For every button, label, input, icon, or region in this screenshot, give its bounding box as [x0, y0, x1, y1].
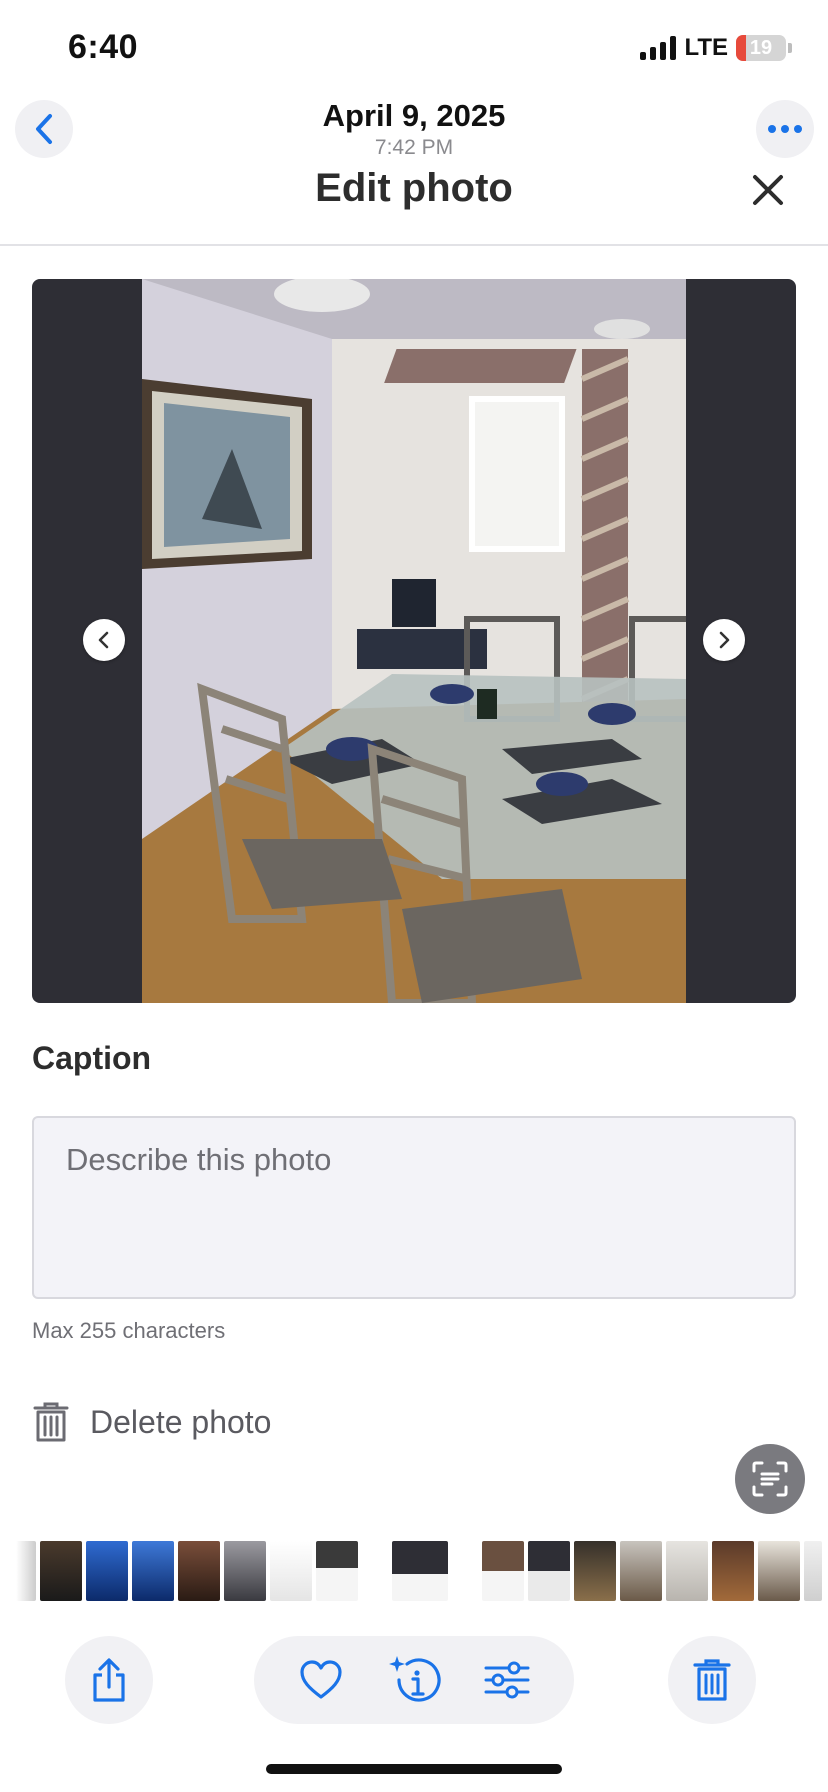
thumbnail[interactable] — [574, 1541, 616, 1601]
thumbnail[interactable] — [86, 1541, 128, 1601]
thumbnail[interactable] — [316, 1541, 358, 1601]
thumbnail[interactable] — [40, 1541, 82, 1601]
thumbnail-strip[interactable] — [16, 1540, 828, 1602]
thumbnail-current[interactable] — [392, 1541, 448, 1601]
live-text-button[interactable] — [735, 1444, 805, 1514]
header-divider — [0, 244, 828, 246]
chevron-left-icon — [98, 631, 109, 649]
battery-nub — [788, 43, 792, 53]
network-type: LTE — [684, 34, 728, 61]
delete-photo-button[interactable]: Delete photo — [32, 1400, 271, 1444]
thumbnail[interactable] — [528, 1541, 570, 1601]
caption-hint: Max 255 characters — [32, 1318, 226, 1343]
trash-icon — [33, 1402, 69, 1442]
battery-icon: 19 — [736, 35, 786, 61]
ellipsis-icon — [768, 125, 802, 133]
next-photo-button[interactable] — [703, 619, 745, 661]
info-sparkle-icon — [388, 1656, 441, 1702]
photo-actions-group — [254, 1636, 574, 1724]
thumbnail[interactable] — [16, 1541, 36, 1601]
thumbnail[interactable] — [224, 1541, 266, 1601]
chevron-right-icon — [719, 631, 730, 649]
photo-preview — [32, 279, 796, 1003]
status-time: 6:40 — [68, 28, 139, 66]
trash-button[interactable] — [668, 1636, 756, 1724]
share-icon — [93, 1658, 125, 1702]
close-icon — [753, 175, 783, 205]
battery-level: 19 — [749, 36, 773, 59]
thumbnail[interactable] — [132, 1541, 174, 1601]
photo-time: 7:42 PM — [374, 136, 454, 159]
close-button[interactable] — [746, 168, 790, 212]
favorite-button[interactable] — [291, 1650, 351, 1710]
thumbnail[interactable] — [712, 1541, 754, 1601]
photo-date: April 9, 2025 — [322, 98, 506, 133]
thumbnail[interactable] — [270, 1541, 312, 1601]
thumbnail[interactable] — [804, 1541, 822, 1601]
status-indicators: LTE 19 — [640, 34, 792, 62]
caption-field-container — [32, 1116, 796, 1299]
more-options-button[interactable] — [756, 100, 814, 158]
sliders-icon — [484, 1661, 530, 1699]
dining-room-photo — [142, 279, 686, 1003]
heart-icon — [300, 1660, 342, 1699]
live-text-icon — [752, 1461, 788, 1497]
thumbnail[interactable] — [620, 1541, 662, 1601]
adjust-button[interactable] — [477, 1650, 537, 1710]
caption-label: Caption — [32, 1040, 152, 1076]
previous-photo-button[interactable] — [83, 619, 125, 661]
trash-icon — [693, 1659, 731, 1701]
thumbnail[interactable] — [758, 1541, 800, 1601]
share-button[interactable] — [65, 1636, 153, 1724]
thumbnail[interactable] — [178, 1541, 220, 1601]
thumbnail[interactable] — [482, 1541, 524, 1601]
info-button[interactable] — [384, 1650, 444, 1710]
thumbnail[interactable] — [666, 1541, 708, 1601]
caption-input[interactable] — [34, 1118, 794, 1297]
page-title: Edit photo — [315, 166, 513, 210]
delete-photo-label: Delete photo — [90, 1403, 272, 1440]
home-indicator[interactable] — [266, 1764, 562, 1774]
cellular-signal-icon — [640, 36, 677, 60]
